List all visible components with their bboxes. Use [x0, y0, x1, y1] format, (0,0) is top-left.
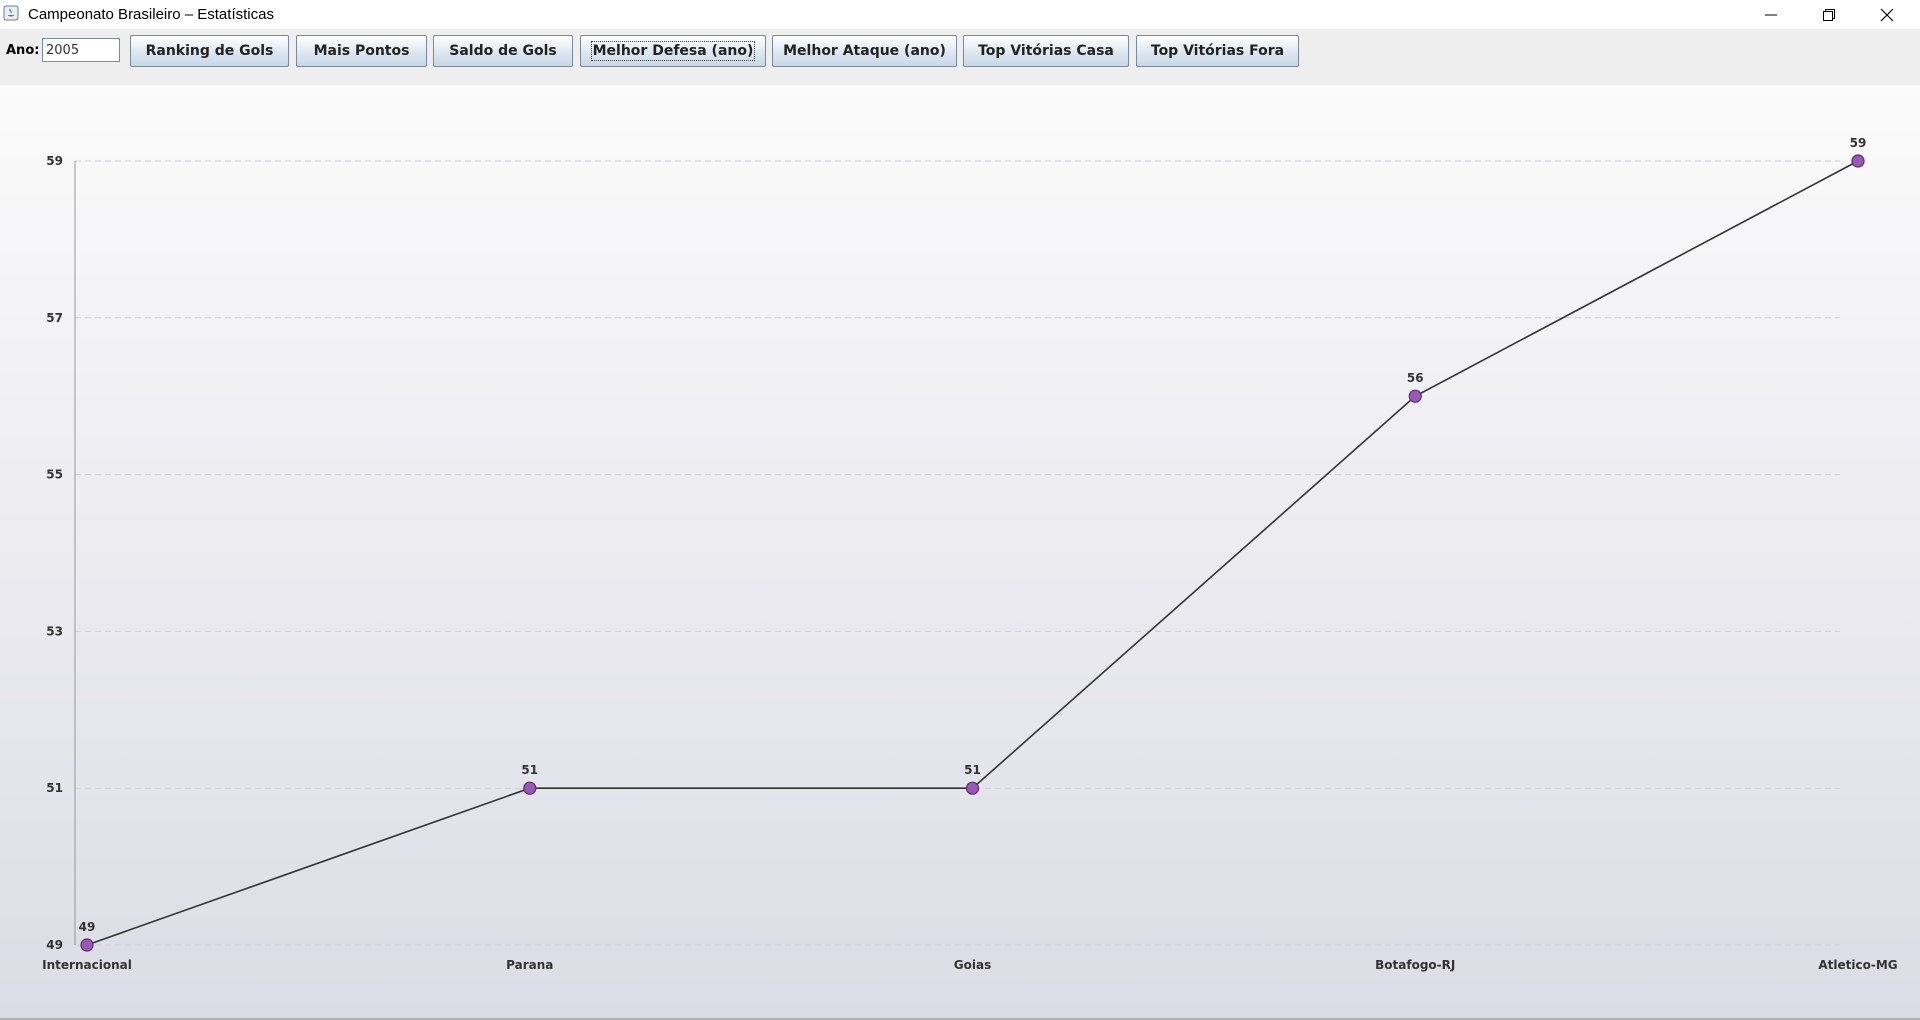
button-label: Mais Pontos [313, 43, 410, 59]
button-label: Melhor Defesa (ano) [590, 41, 756, 61]
year-label: Ano: [6, 43, 40, 58]
series-line [86, 160, 1859, 946]
data-label: 59 [1850, 136, 1867, 150]
button-label: Top Vitórias Casa [978, 43, 1114, 59]
title-bar: Campeonato Brasileiro – Estatísticas [0, 0, 1920, 29]
ranking-gols-button[interactable]: Ranking de Gols [130, 35, 289, 67]
data-point [523, 781, 537, 795]
y-tick-label: 57 [46, 311, 63, 325]
close-button[interactable] [1858, 0, 1916, 29]
button-label: Top Vitórias Fora [1150, 43, 1285, 59]
y-tick-label: 53 [46, 624, 63, 638]
mais-pontos-button[interactable]: Mais Pontos [296, 35, 427, 67]
saldo-gols-button[interactable]: Saldo de Gols [433, 35, 573, 67]
top-vitorias-fora-button[interactable]: Top Vitórias Fora [1136, 35, 1299, 67]
data-label: 49 [79, 920, 96, 934]
data-point [965, 781, 980, 795]
data-label: 51 [521, 763, 538, 777]
x-tick-label: Internacional [42, 958, 132, 972]
x-tick-label: Botafogo-RJ [1375, 958, 1455, 972]
top-vitorias-casa-button[interactable]: Top Vitórias Casa [963, 35, 1129, 67]
minimize-button[interactable] [1742, 0, 1800, 29]
window-title: Campeonato Brasileiro – Estatísticas [28, 6, 274, 23]
restore-button[interactable] [1800, 0, 1858, 29]
minimize-icon [1765, 14, 1777, 15]
chart-panel: 49 51 53 55 57 59 49 Internacional 51 Parana 51 Goi… [0, 85, 1920, 1020]
button-label: Ranking de Gols [145, 43, 274, 59]
melhor-ataque-button[interactable]: Melhor Ataque (ano) [772, 35, 957, 67]
y-tick-label: 59 [46, 154, 63, 168]
y-tick-label: 55 [46, 468, 63, 482]
button-label: Saldo de Gols [449, 43, 557, 59]
y-tick-label: 49 [46, 938, 63, 952]
button-label: Melhor Ataque (ano) [783, 43, 946, 59]
java-app-icon [3, 5, 19, 21]
data-point [80, 938, 94, 952]
restore-icon [1823, 8, 1835, 21]
x-tick-label: Goias [954, 958, 991, 972]
x-tick-label: Parana [506, 958, 553, 972]
line-chart: 49 51 53 55 57 59 49 Internacional 51 Parana 51 Goi… [42, 136, 1897, 972]
data-label: 56 [1407, 371, 1424, 385]
data-point [1408, 389, 1422, 403]
year-input[interactable] [42, 38, 120, 62]
y-tick-label: 51 [46, 781, 63, 795]
data-label: 51 [964, 763, 981, 777]
close-icon [1880, 8, 1894, 21]
x-tick-label: Atletico-MG [1818, 958, 1897, 972]
data-point [1851, 154, 1865, 168]
melhor-defesa-button[interactable]: Melhor Defesa (ano) [580, 35, 766, 67]
